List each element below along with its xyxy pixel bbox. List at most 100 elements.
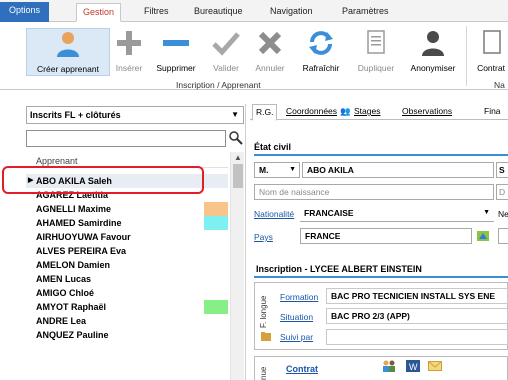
- refresh-icon: [309, 31, 333, 55]
- country-link[interactable]: Pays: [254, 232, 273, 242]
- country-extra-field[interactable]: [498, 228, 508, 244]
- learner-name: AHAMED Samirdine: [36, 218, 122, 228]
- document-icon: [367, 30, 385, 54]
- ribbon-toolbar: Créer apprenant Insérer Supprimer Valide…: [0, 22, 508, 90]
- list-item[interactable]: ANDRE Lea: [26, 314, 228, 328]
- detail-tab-bar: R.G. Coordonnées 👥 Stages Observations F…: [250, 104, 508, 121]
- validate-label: Valider: [213, 63, 239, 73]
- cut-label-ne: Ne: [498, 209, 508, 219]
- left-edge: [0, 104, 24, 380]
- title-select[interactable]: M. ▼: [254, 162, 300, 178]
- contract-button[interactable]: Contrat: [474, 28, 508, 76]
- birth-name-field[interactable]: Nom de naissance: [254, 184, 494, 200]
- search-input[interactable]: [26, 130, 226, 147]
- situation-link[interactable]: Situation: [280, 312, 313, 322]
- learner-name: AMYOT Raphaël: [36, 302, 107, 312]
- duplicate-button[interactable]: Dupliquer: [352, 28, 400, 76]
- tab-stages[interactable]: Stages: [354, 106, 380, 116]
- first-name-field[interactable]: S: [496, 162, 508, 178]
- refresh-button[interactable]: Rafraîchir: [296, 28, 346, 76]
- learner-name: ANDRE Lea: [36, 316, 87, 326]
- tab-navigation[interactable]: Navigation: [264, 3, 319, 22]
- plus-icon: [117, 31, 141, 55]
- list-item[interactable]: AIRHUOYUWA Favour: [26, 230, 228, 244]
- scrollbar-thumb[interactable]: [233, 164, 243, 188]
- f-longue-vertical-label: F. longue: [259, 295, 268, 328]
- color-marker: [204, 300, 228, 314]
- contract-vertical-label: nue: [259, 366, 268, 380]
- tab-coordonnees[interactable]: Coordonnées: [286, 106, 337, 116]
- tab-parametres[interactable]: Paramètres: [336, 3, 395, 22]
- nationality-link[interactable]: Nationalité: [254, 209, 294, 219]
- insert-label: Insérer: [115, 63, 143, 73]
- title-value: M.: [259, 165, 269, 175]
- refresh-label: Rafraîchir: [302, 63, 340, 73]
- suivi-par-link[interactable]: Suivi par: [280, 332, 313, 342]
- scroll-up-icon[interactable]: ▲: [231, 152, 244, 164]
- tab-fina[interactable]: Fina: [484, 106, 501, 116]
- chevron-down-icon: ▼: [231, 110, 239, 119]
- minus-icon: [163, 40, 189, 46]
- country-field[interactable]: FRANCE: [300, 228, 472, 244]
- svg-text:W: W: [409, 362, 418, 372]
- validate-button[interactable]: Valider: [208, 28, 244, 76]
- color-marker: [204, 202, 228, 216]
- section-etat-civil: État civil: [254, 142, 292, 152]
- learner-detail-panel: R.G. Coordonnées 👥 Stages Observations F…: [250, 104, 508, 380]
- formation-field[interactable]: BAC PRO TECNICIEN INSTALL SYS ENE: [326, 288, 508, 304]
- birth-date-field[interactable]: D: [496, 184, 508, 200]
- learner-name: AGNELLI Maxime: [36, 204, 112, 214]
- search-icon[interactable]: [228, 130, 244, 147]
- filter-dropdown[interactable]: Inscrits FL + clôturés ▼: [26, 106, 244, 124]
- tab-options[interactable]: Options: [0, 2, 50, 22]
- create-learner-label: Créer apprenant: [37, 64, 99, 74]
- cancel-label: Annuler: [255, 63, 285, 73]
- learner-name: AMIGO Chloé: [36, 288, 94, 298]
- contract-document-icon: [483, 30, 501, 54]
- stages-icon: 👥: [340, 106, 351, 116]
- tab-filtres[interactable]: Filtres: [138, 3, 175, 22]
- anonymize-button[interactable]: Anonymiser: [406, 28, 460, 76]
- list-item[interactable]: AMIGO Chloé: [26, 286, 228, 300]
- contract-label: Contrat: [477, 63, 505, 73]
- chevron-down-icon: ▼: [289, 166, 296, 173]
- list-item[interactable]: AGNELLI Maxime: [26, 202, 228, 216]
- section-inscription: Inscription - LYCEE ALBERT EINSTEIN: [256, 264, 422, 274]
- duplicate-label: Dupliquer: [357, 63, 395, 73]
- nationality-value: FRANCAISE: [304, 208, 354, 218]
- word-document-icon[interactable]: W: [406, 360, 420, 372]
- add-user-icon: [57, 32, 79, 57]
- learner-name: AMELON Damien: [36, 260, 111, 270]
- situation-field[interactable]: BAC PRO 2/3 (APP): [326, 308, 508, 324]
- ribbon-tab-bar: Options Gestion Filtres Bureautique Navi…: [0, 0, 508, 22]
- cancel-button[interactable]: Annuler: [250, 28, 290, 76]
- nationality-select[interactable]: FRANCAISE ▼: [300, 206, 494, 222]
- list-item[interactable]: AHAMED Samirdine: [26, 216, 228, 230]
- last-name-field[interactable]: ABO AKILA: [302, 162, 494, 178]
- tab-gestion[interactable]: Gestion: [76, 3, 122, 22]
- tab-bureautique[interactable]: Bureautique: [188, 3, 249, 22]
- insert-button[interactable]: Insérer: [112, 28, 146, 76]
- filter-dropdown-value: Inscrits FL + clôturés: [30, 110, 121, 120]
- list-item[interactable]: AMYOT Raphaël: [26, 300, 228, 314]
- contract-link[interactable]: Contrat: [286, 364, 318, 374]
- email-icon[interactable]: [428, 361, 442, 371]
- people-icon[interactable]: [382, 360, 396, 372]
- create-learner-button[interactable]: Créer apprenant: [26, 28, 110, 76]
- list-item[interactable]: AMEN Lucas: [26, 272, 228, 286]
- list-item[interactable]: ANQUEZ Pauline: [26, 328, 228, 342]
- close-icon: [258, 31, 282, 55]
- tab-rg[interactable]: R.G.: [252, 104, 278, 121]
- list-item[interactable]: AMELON Damien: [26, 258, 228, 272]
- delete-button[interactable]: Supprimer: [150, 28, 202, 76]
- chevron-down-icon: ▼: [483, 209, 490, 216]
- checkmark-icon: [212, 32, 240, 56]
- tab-observations[interactable]: Observations: [402, 106, 452, 116]
- ribbon-group-na: Na: [494, 80, 505, 90]
- list-item[interactable]: ALVES PEREIRA Eva: [26, 244, 228, 258]
- suivi-par-field[interactable]: [326, 329, 508, 345]
- list-scrollbar[interactable]: ▲: [230, 152, 244, 380]
- anonymize-label: Anonymiser: [410, 63, 456, 73]
- formation-link[interactable]: Formation: [280, 292, 318, 302]
- map-flag-icon[interactable]: [476, 229, 490, 243]
